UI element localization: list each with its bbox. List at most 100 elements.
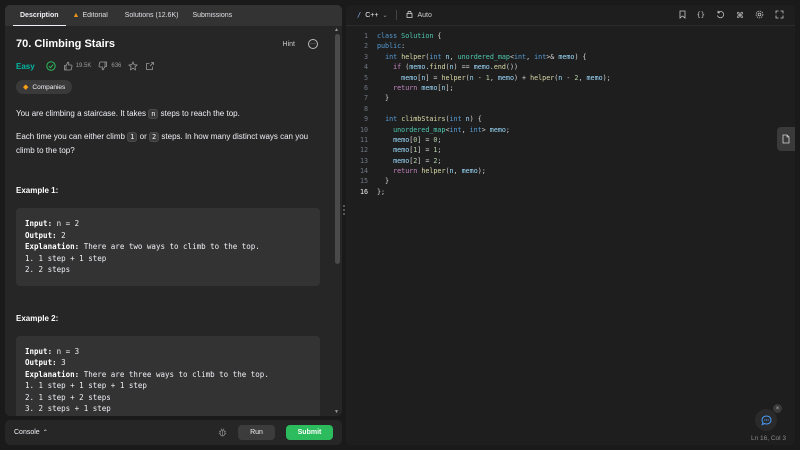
explanation-step: 1. 1 step + 1 step bbox=[25, 253, 107, 263]
scroll-up-icon[interactable]: ▲ bbox=[334, 27, 339, 33]
companies-label: Companies bbox=[32, 83, 66, 91]
code-line[interactable]: 12 memo[1] = 1; bbox=[346, 145, 795, 155]
code-text[interactable]: return helper(n, memo); bbox=[368, 166, 486, 176]
line-number: 4 bbox=[363, 63, 368, 72]
auto-complete-toggle[interactable]: Auto bbox=[406, 10, 432, 20]
output-label: Output: bbox=[25, 230, 57, 240]
code-line[interactable]: 4 if (memo.find(n) == memo.end()) bbox=[346, 62, 795, 72]
thumbs-down-icon bbox=[98, 61, 108, 71]
submit-button[interactable]: Submit bbox=[286, 425, 333, 440]
auto-label: Auto bbox=[417, 11, 432, 19]
tab-solutions-label: Solutions (12.6K) bbox=[124, 12, 179, 19]
bookmark-icon[interactable] bbox=[679, 10, 686, 21]
code-area[interactable]: 1 class Solution {2 public: 3 int helper(in… bbox=[346, 31, 795, 197]
code-text[interactable] bbox=[368, 104, 377, 114]
line-number: 3 bbox=[363, 52, 368, 61]
tab-solutions[interactable]: Solutions (12.6K) bbox=[115, 5, 186, 26]
line-number: 8 bbox=[363, 104, 368, 113]
close-icon[interactable]: × bbox=[773, 404, 782, 413]
problem-tabs: Description ▲ Editorial Solutions (12.6K)… bbox=[5, 5, 342, 26]
tag-icon: ◆ bbox=[23, 84, 29, 91]
statement-text: Each time you can either climb bbox=[16, 132, 128, 141]
language-label: C++ bbox=[365, 11, 379, 19]
explanation-text: There are three ways to climb to the top… bbox=[79, 369, 269, 379]
inline-code: 2 bbox=[148, 132, 160, 142]
line-number: 13 bbox=[359, 156, 368, 165]
code-text[interactable]: } bbox=[368, 176, 389, 186]
document-icon bbox=[782, 134, 790, 144]
like-button[interactable]: 19.5K bbox=[63, 61, 92, 71]
code-line[interactable]: 6 return memo[n]; bbox=[346, 83, 795, 93]
expand-icon[interactable] bbox=[775, 10, 784, 21]
dislike-button[interactable]: 636 bbox=[98, 61, 121, 71]
code-text[interactable]: int climbStairs(int n) { bbox=[368, 114, 482, 124]
line-number: 14 bbox=[359, 167, 368, 176]
code-line[interactable]: 5 memo[n] = helper(n - 1, memo) + helper… bbox=[346, 73, 795, 83]
code-line[interactable]: 2 public: bbox=[346, 41, 795, 51]
favorite-star-icon[interactable] bbox=[128, 61, 139, 71]
code-line[interactable]: 11 memo[0] = 0; bbox=[346, 135, 795, 145]
code-line[interactable]: 16}; bbox=[346, 187, 795, 197]
command-icon[interactable]: ⌘ bbox=[736, 11, 744, 20]
debug-icon[interactable] bbox=[218, 427, 227, 439]
notes-side-tab[interactable] bbox=[777, 127, 795, 151]
output-label: Output: bbox=[25, 358, 57, 367]
example-1-title: Example 1: bbox=[16, 186, 59, 195]
example-1-box: Input: n = 2 Output: 2 Explanation: Ther… bbox=[16, 208, 320, 286]
code-text[interactable]: public: bbox=[368, 41, 405, 51]
chevron-down-icon: ⌄ bbox=[382, 12, 388, 19]
scroll-down-icon[interactable]: ▼ bbox=[334, 409, 339, 415]
code-text[interactable]: } bbox=[368, 93, 389, 103]
panel-resize-handle[interactable] bbox=[342, 205, 345, 215]
code-text[interactable]: memo[0] = 0; bbox=[368, 135, 441, 145]
example-2-title: Example 2: bbox=[16, 313, 59, 323]
share-icon[interactable] bbox=[145, 61, 155, 71]
code-text[interactable]: memo[1] = 1; bbox=[368, 145, 441, 155]
hint-button[interactable]: Hint bbox=[283, 41, 295, 48]
statement-text: or bbox=[137, 132, 149, 141]
tab-description[interactable]: Description bbox=[13, 5, 66, 26]
companies-button[interactable]: ◆ Companies bbox=[16, 80, 73, 94]
settings-icon[interactable] bbox=[755, 10, 764, 21]
code-text[interactable]: int helper(int n, unordered_map<int, int… bbox=[368, 52, 586, 62]
code-line[interactable]: 13 memo[2] = 2; bbox=[346, 156, 795, 166]
run-button[interactable]: Run bbox=[238, 425, 275, 440]
likes-count: 19.5K bbox=[75, 63, 92, 69]
language-select[interactable]: / C++ ⌄ bbox=[357, 11, 387, 19]
console-toggle[interactable]: Console ⌃ bbox=[14, 429, 48, 436]
code-text[interactable]: memo[2] = 2; bbox=[368, 156, 441, 166]
explanation-step: 3. 2 steps + 1 step bbox=[25, 404, 111, 413]
tab-submissions[interactable]: Submissions bbox=[185, 5, 239, 26]
braces-icon[interactable]: {} bbox=[697, 11, 705, 19]
explanation-label: Explanation: bbox=[25, 242, 80, 251]
explanation-step: 1. 1 step + 1 step + 1 step bbox=[25, 381, 147, 390]
code-text[interactable]: memo[n] = helper(n - 1, memo) + helper(n… bbox=[368, 73, 611, 83]
inline-code: 1 bbox=[127, 132, 138, 142]
more-options-icon[interactable]: ··· bbox=[308, 39, 318, 49]
code-line[interactable]: 10 unordered_map<int, int> memo; bbox=[346, 125, 795, 135]
code-text[interactable]: }; bbox=[368, 187, 385, 197]
description-scrollbar[interactable]: ▲ ▼ bbox=[333, 26, 341, 416]
tab-editorial[interactable]: ▲ Editorial bbox=[66, 5, 115, 26]
feedback-chat-button[interactable] bbox=[755, 409, 777, 431]
reset-icon[interactable] bbox=[716, 10, 725, 21]
scroll-thumb[interactable] bbox=[335, 34, 340, 264]
code-line[interactable]: 7 } bbox=[346, 93, 795, 103]
chat-icon bbox=[760, 414, 772, 426]
code-text[interactable]: if (memo.find(n) == memo.end()) bbox=[368, 62, 518, 72]
code-line[interactable]: 8 bbox=[346, 104, 795, 114]
explanation-step: 2. 1 step + 2 steps bbox=[25, 392, 111, 402]
code-line[interactable]: 9 int climbStairs(int n) { bbox=[346, 114, 795, 124]
code-text[interactable]: return memo[n]; bbox=[368, 83, 453, 93]
code-line[interactable]: 3 int helper(int n, unordered_map<int, i… bbox=[346, 52, 795, 62]
code-line[interactable]: 14 return helper(n, memo); bbox=[346, 166, 795, 176]
line-number: 11 bbox=[359, 135, 368, 144]
problem-title[interactable]: 70. Climbing Stairs bbox=[16, 38, 115, 50]
code-line[interactable]: 15 } bbox=[346, 176, 795, 186]
code-line[interactable]: 1 class Solution { bbox=[346, 31, 795, 41]
line-number: 12 bbox=[359, 146, 368, 155]
line-number: 10 bbox=[359, 125, 368, 134]
code-text[interactable]: unordered_map<int, int> memo; bbox=[368, 125, 510, 135]
input-label: Input: bbox=[25, 346, 53, 356]
code-text[interactable]: class Solution { bbox=[368, 31, 441, 41]
